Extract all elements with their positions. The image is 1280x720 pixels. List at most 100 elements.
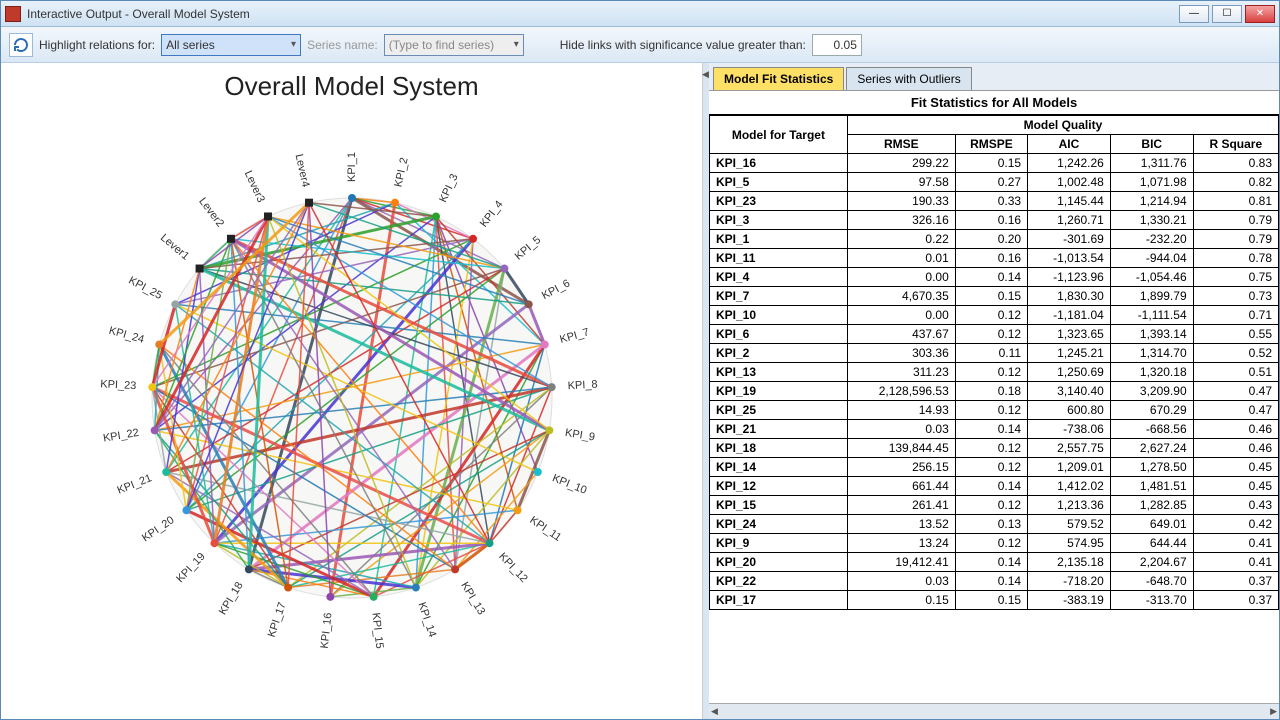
table-row[interactable]: KPI_2514.930.12600.80670.290.47 bbox=[710, 401, 1279, 420]
cell-value: 574.95 bbox=[1028, 534, 1111, 553]
cell-value: 1,314.70 bbox=[1110, 344, 1193, 363]
table-row[interactable]: KPI_220.030.14-718.20-648.700.37 bbox=[710, 572, 1279, 591]
col-bic[interactable]: BIC bbox=[1110, 135, 1193, 154]
table-row[interactable]: KPI_10.220.20-301.69-232.200.79 bbox=[710, 230, 1279, 249]
cell-value: 256.15 bbox=[847, 458, 955, 477]
table-row[interactable]: KPI_2303.360.111,245.211,314.700.52 bbox=[710, 344, 1279, 363]
cell-value: 1,320.18 bbox=[1110, 363, 1193, 382]
cell-value: 0.82 bbox=[1193, 173, 1278, 192]
cell-value: 303.36 bbox=[847, 344, 955, 363]
table-row[interactable]: KPI_40.000.14-1,123.96-1,054.460.75 bbox=[710, 268, 1279, 287]
cell-target: KPI_1 bbox=[710, 230, 848, 249]
svg-text:KPI_9: KPI_9 bbox=[564, 427, 596, 444]
window-buttons: — ☐ ✕ bbox=[1179, 5, 1275, 23]
cell-value: 0.15 bbox=[955, 154, 1027, 173]
tab-series-outliers[interactable]: Series with Outliers bbox=[846, 67, 971, 90]
series-name-placeholder: (Type to find series) bbox=[389, 38, 494, 52]
cell-value: 0.37 bbox=[1193, 591, 1278, 610]
refresh-icon[interactable] bbox=[9, 33, 33, 57]
table-row[interactable]: KPI_100.000.12-1,181.04-1,111.540.71 bbox=[710, 306, 1279, 325]
cell-target: KPI_5 bbox=[710, 173, 848, 192]
table-row[interactable]: KPI_15261.410.121,213.361,282.850.43 bbox=[710, 496, 1279, 515]
cell-value: 0.14 bbox=[955, 477, 1027, 496]
cell-value: 1,260.71 bbox=[1028, 211, 1111, 230]
svg-text:KPI_25: KPI_25 bbox=[126, 275, 164, 303]
svg-text:KPI_3: KPI_3 bbox=[437, 172, 460, 204]
cell-value: 1,250.69 bbox=[1028, 363, 1111, 382]
cell-value: 600.80 bbox=[1028, 401, 1111, 420]
cell-value: -1,123.96 bbox=[1028, 268, 1111, 287]
cell-value: -718.20 bbox=[1028, 572, 1111, 591]
cell-value: 1,481.51 bbox=[1110, 477, 1193, 496]
table-row[interactable]: KPI_2413.520.13579.52649.010.42 bbox=[710, 515, 1279, 534]
svg-text:KPI_1: KPI_1 bbox=[345, 152, 357, 182]
table-row[interactable]: KPI_2019,412.410.142,135.182,204.670.41 bbox=[710, 553, 1279, 572]
cell-value: 1,311.76 bbox=[1110, 154, 1193, 173]
maximize-button[interactable]: ☐ bbox=[1212, 5, 1242, 23]
svg-text:Lever1: Lever1 bbox=[157, 232, 190, 263]
cell-value: 0.79 bbox=[1193, 211, 1278, 230]
cell-value: -1,181.04 bbox=[1028, 306, 1111, 325]
col-group-quality: Model Quality bbox=[847, 116, 1278, 135]
cell-value: 0.00 bbox=[847, 268, 955, 287]
highlight-series-dropdown[interactable]: All series bbox=[161, 34, 301, 56]
svg-text:KPI_10: KPI_10 bbox=[550, 472, 588, 497]
cell-value: -1,013.54 bbox=[1028, 249, 1111, 268]
splitter-handle[interactable] bbox=[703, 63, 709, 719]
svg-text:KPI_4: KPI_4 bbox=[477, 198, 505, 229]
table-row[interactable]: KPI_597.580.271,002.481,071.980.82 bbox=[710, 173, 1279, 192]
svg-text:KPI_23: KPI_23 bbox=[99, 378, 136, 392]
table-row[interactable]: KPI_12661.440.141,412.021,481.510.45 bbox=[710, 477, 1279, 496]
cell-value: 0.73 bbox=[1193, 287, 1278, 306]
network-pane: Overall Model System KPI_1KPI_2KPI_3KPI_… bbox=[1, 63, 703, 719]
app-icon bbox=[5, 6, 21, 22]
significance-input[interactable]: 0.05 bbox=[812, 34, 862, 56]
series-name-dropdown[interactable]: (Type to find series) bbox=[384, 34, 524, 56]
cell-value: 0.41 bbox=[1193, 534, 1278, 553]
svg-text:KPI_21: KPI_21 bbox=[115, 472, 153, 497]
cell-target: KPI_17 bbox=[710, 591, 848, 610]
cell-value: 1,145.44 bbox=[1028, 192, 1111, 211]
table-row[interactable]: KPI_210.030.14-738.06-668.560.46 bbox=[710, 420, 1279, 439]
col-target[interactable]: Model for Target bbox=[710, 116, 848, 154]
network-chart[interactable]: KPI_1KPI_2KPI_3KPI_4KPI_5KPI_6KPI_7KPI_8… bbox=[72, 108, 632, 668]
table-row[interactable]: KPI_16299.220.151,242.261,311.760.83 bbox=[710, 154, 1279, 173]
cell-value: -232.20 bbox=[1110, 230, 1193, 249]
cell-value: 1,002.48 bbox=[1028, 173, 1111, 192]
cell-value: 0.20 bbox=[955, 230, 1027, 249]
table-row[interactable]: KPI_913.240.12574.95644.440.41 bbox=[710, 534, 1279, 553]
horizontal-scrollbar[interactable]: ◀▶ bbox=[709, 703, 1279, 719]
cell-value: 437.67 bbox=[847, 325, 955, 344]
stats-table-wrap[interactable]: Model for Target Model Quality RMSERMSPE… bbox=[709, 114, 1279, 703]
cell-value: -1,111.54 bbox=[1110, 306, 1193, 325]
table-row[interactable]: KPI_13311.230.121,250.691,320.180.51 bbox=[710, 363, 1279, 382]
table-row[interactable]: KPI_110.010.16-1,013.54-944.040.78 bbox=[710, 249, 1279, 268]
minimize-button[interactable]: — bbox=[1179, 5, 1209, 23]
cell-value: 0.00 bbox=[847, 306, 955, 325]
table-row[interactable]: KPI_6437.670.121,323.651,393.140.55 bbox=[710, 325, 1279, 344]
cell-value: 0.75 bbox=[1193, 268, 1278, 287]
close-button[interactable]: ✕ bbox=[1245, 5, 1275, 23]
table-row[interactable]: KPI_3326.160.161,260.711,330.210.79 bbox=[710, 211, 1279, 230]
highlight-series-value: All series bbox=[166, 38, 215, 52]
table-row[interactable]: KPI_18139,844.450.122,557.752,627.240.46 bbox=[710, 439, 1279, 458]
table-row[interactable]: KPI_14256.150.121,209.011,278.500.45 bbox=[710, 458, 1279, 477]
cell-value: 0.33 bbox=[955, 192, 1027, 211]
cell-value: 0.55 bbox=[1193, 325, 1278, 344]
table-row[interactable]: KPI_192,128,596.530.183,140.403,209.900.… bbox=[710, 382, 1279, 401]
tab-fit-statistics[interactable]: Model Fit Statistics bbox=[713, 67, 844, 90]
col-r-square[interactable]: R Square bbox=[1193, 135, 1278, 154]
table-row[interactable]: KPI_170.150.15-383.19-313.700.37 bbox=[710, 591, 1279, 610]
significance-value: 0.05 bbox=[834, 38, 857, 52]
cell-value: 299.22 bbox=[847, 154, 955, 173]
svg-text:KPI_14: KPI_14 bbox=[415, 601, 438, 639]
col-rmspe[interactable]: RMSPE bbox=[955, 135, 1027, 154]
col-aic[interactable]: AIC bbox=[1028, 135, 1111, 154]
col-rmse[interactable]: RMSE bbox=[847, 135, 955, 154]
table-row[interactable]: KPI_23190.330.331,145.441,214.940.81 bbox=[710, 192, 1279, 211]
table-row[interactable]: KPI_74,670.350.151,830.301,899.790.73 bbox=[710, 287, 1279, 306]
cell-value: -738.06 bbox=[1028, 420, 1111, 439]
cell-value: 0.42 bbox=[1193, 515, 1278, 534]
cell-value: 1,830.30 bbox=[1028, 287, 1111, 306]
cell-value: 2,557.75 bbox=[1028, 439, 1111, 458]
